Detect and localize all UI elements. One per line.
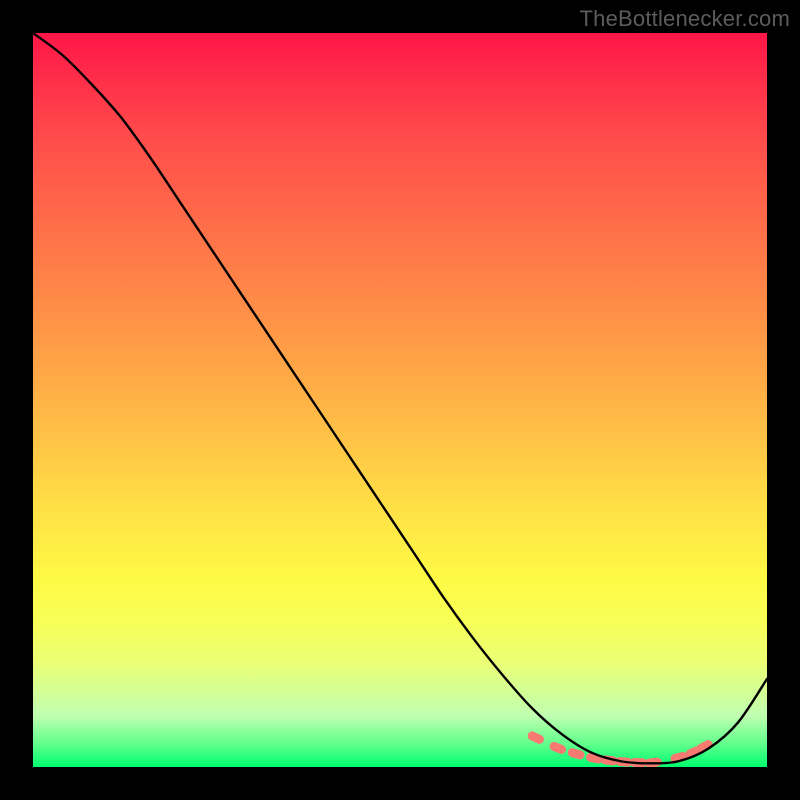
watermark-label: TheBottlenecker.com (580, 6, 790, 32)
bottleneck-curve (33, 33, 767, 763)
chart-frame: TheBottlenecker.com (0, 0, 800, 800)
curve-layer (33, 33, 767, 767)
